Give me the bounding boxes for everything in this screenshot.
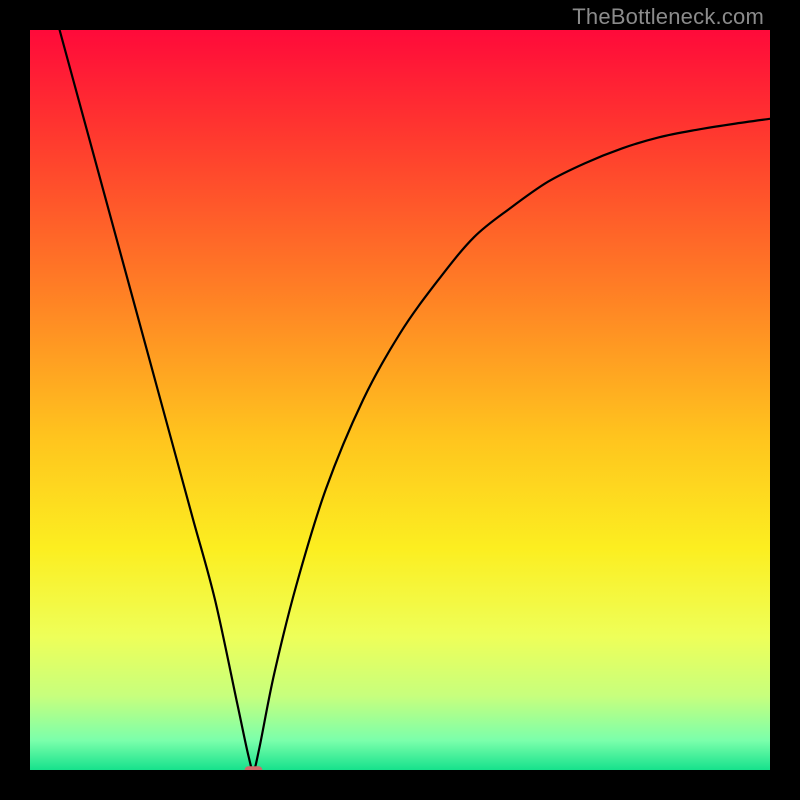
chart-background	[30, 30, 770, 770]
bottleneck-chart	[30, 30, 770, 770]
optimum-marker	[245, 766, 263, 770]
chart-frame: TheBottleneck.com	[0, 0, 800, 800]
plot-area	[30, 30, 770, 770]
watermark-text: TheBottleneck.com	[572, 4, 764, 30]
